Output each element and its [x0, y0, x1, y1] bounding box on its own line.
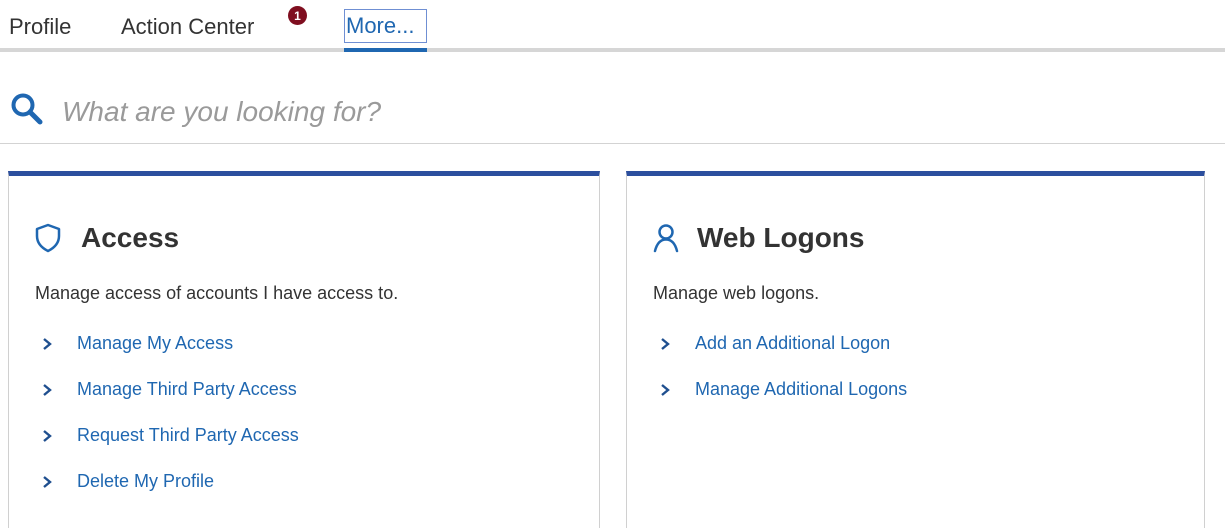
- link-label: Add an Additional Logon: [695, 333, 891, 353]
- chevron-right-icon: [43, 384, 52, 396]
- card-description: Manage access of accounts I have access …: [35, 283, 399, 303]
- active-tab-indicator: [344, 48, 427, 52]
- card-title: Access: [81, 222, 180, 253]
- web-logons-card: Web Logons Manage web logons. Add an Add…: [626, 171, 1205, 528]
- chevron-right-icon: [661, 384, 670, 396]
- link-label: Manage My Access: [77, 333, 234, 353]
- card-description: Manage web logons.: [653, 283, 820, 303]
- user-icon: [653, 224, 679, 253]
- card-header: Web Logons: [653, 218, 864, 258]
- tabs-divider: [0, 48, 1225, 52]
- search-divider: [0, 143, 1225, 144]
- link-manage-third-party-access[interactable]: Manage Third Party Access: [41, 379, 299, 425]
- link-label: Manage Additional Logons: [695, 379, 908, 399]
- access-card: Access Manage access of accounts I have …: [8, 171, 600, 528]
- chevron-right-icon: [43, 476, 52, 488]
- link-manage-additional-logons[interactable]: Manage Additional Logons: [659, 379, 907, 425]
- chevron-right-icon: [43, 430, 52, 442]
- link-label: Manage Third Party Access: [77, 379, 297, 399]
- card-title: Web Logons: [697, 222, 865, 253]
- card-links: Manage My Access Manage Third Party Acce…: [41, 333, 299, 517]
- link-add-additional-logon[interactable]: Add an Additional Logon: [659, 333, 907, 379]
- chevron-right-icon: [661, 338, 670, 350]
- notification-badge: 1: [288, 6, 307, 25]
- link-label: Request Third Party Access: [77, 425, 299, 445]
- link-delete-my-profile[interactable]: Delete My Profile: [41, 471, 299, 517]
- search-icon[interactable]: [10, 92, 46, 128]
- shield-icon: [35, 223, 61, 253]
- tab-action-center[interactable]: Action Center: [121, 14, 254, 40]
- link-manage-my-access[interactable]: Manage My Access: [41, 333, 299, 379]
- card-header: Access: [35, 218, 179, 258]
- tab-more[interactable]: More...: [344, 9, 427, 43]
- chevron-right-icon: [43, 338, 52, 350]
- search-input[interactable]: [62, 92, 1162, 132]
- link-label: Delete My Profile: [77, 471, 215, 491]
- tab-profile[interactable]: Profile: [9, 14, 71, 40]
- link-request-third-party-access[interactable]: Request Third Party Access: [41, 425, 299, 471]
- top-tabs: Profile Action Center 1 More...: [0, 0, 1225, 54]
- search-bar: [10, 92, 1225, 142]
- card-links: Add an Additional Logon Manage Additiona…: [659, 333, 907, 425]
